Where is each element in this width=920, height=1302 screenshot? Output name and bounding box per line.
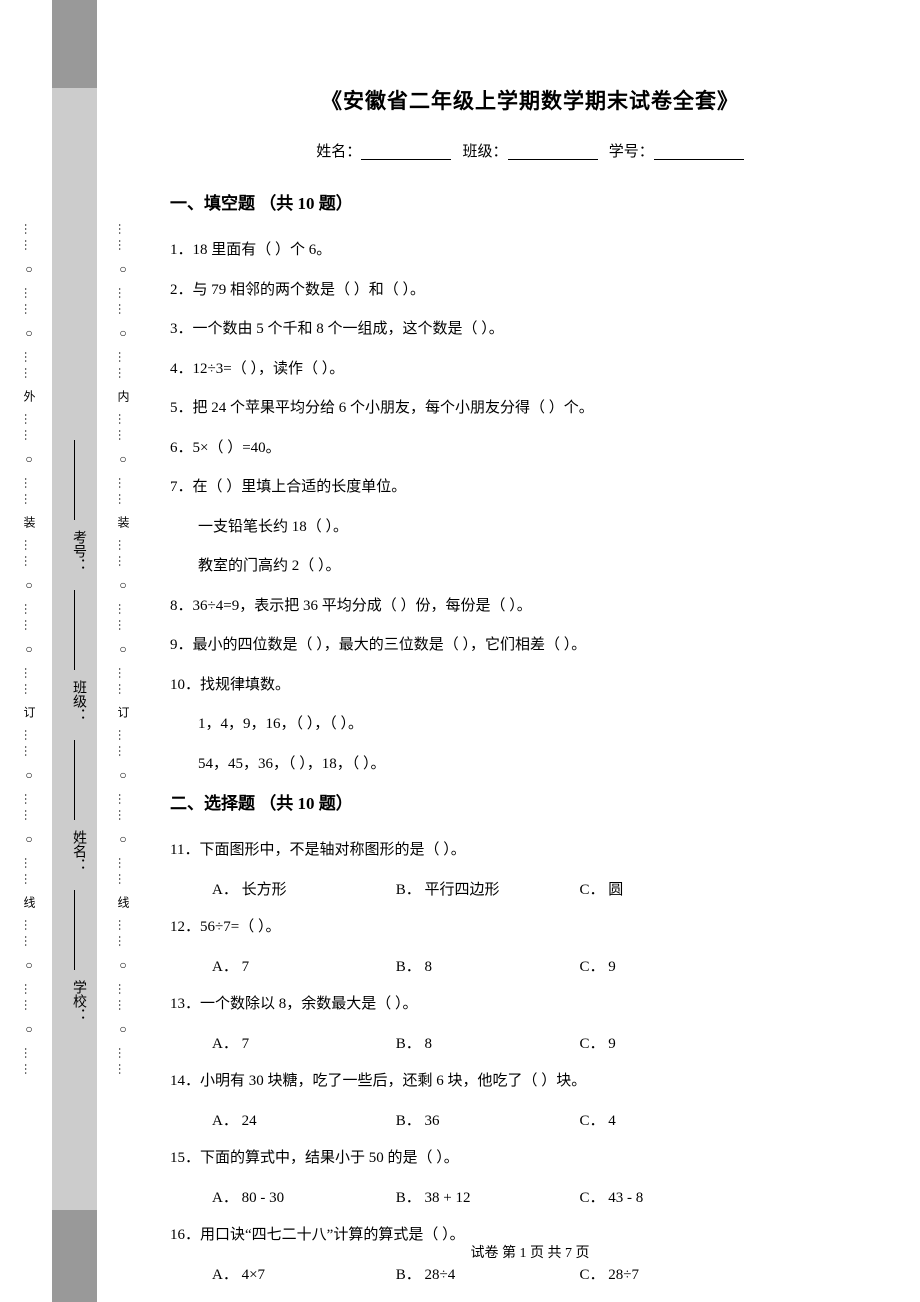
binding-label-name: 姓名：	[68, 830, 88, 872]
q14-opt-b: B． 36	[396, 1103, 576, 1141]
q16-options: A． 4×7 B． 28÷4 C． 28÷7	[170, 1257, 890, 1295]
q11-opt-c: C． 圆	[580, 872, 760, 910]
q10b: 54，45，36，（ ），18，（ ）。	[170, 746, 890, 784]
q8: 8．36÷4=9，表示把 36 平均分成（ ）份，每份是（ ）。	[170, 588, 890, 626]
q12-opt-b: B． 8	[396, 949, 576, 987]
q7: 7．在（ ）里填上合适的长度单位。	[170, 469, 890, 507]
q13-opt-b: B． 8	[396, 1026, 576, 1064]
q15-opt-b: B． 38 + 12	[396, 1180, 576, 1218]
id-blank[interactable]	[654, 146, 744, 160]
q15: 15．下面的算式中，结果小于 50 的是（ ）。	[170, 1140, 890, 1178]
id-label: 学号：	[609, 144, 654, 160]
q11: 11．下面图形中，不是轴对称图形的是（ ）。	[170, 832, 890, 870]
q4: 4．12÷3=（ ），读作（ ）。	[170, 351, 890, 389]
q12-opt-c: C． 9	[580, 949, 760, 987]
q13-options: A． 7 B． 8 C． 9	[170, 1026, 890, 1064]
binding-underline-examid	[74, 440, 75, 520]
q16-opt-a: A． 4×7	[212, 1257, 392, 1295]
q15-opt-c: C． 43 - 8	[580, 1180, 760, 1218]
section-2-title: 二、选择题 （共 10 题）	[170, 789, 890, 814]
name-blank[interactable]	[361, 146, 451, 160]
section-1-title: 一、填空题 （共 10 题）	[170, 189, 890, 214]
q3: 3．一个数由 5 个千和 8 个一组成，这个数是（ ）。	[170, 311, 890, 349]
q10a: 1，4，9，16，（ ），（ ）。	[170, 706, 890, 744]
q7b: 教室的门高约 2（ ）。	[170, 548, 890, 586]
binding-margin: …… ○ …… ○ …… 外 …… ○ …… 装 …… ○ …… ○ …… 订 …	[0, 0, 145, 1302]
q14-opt-a: A． 24	[212, 1103, 392, 1141]
paper-title: 《安徽省二年级上学期数学期末试卷全套》	[170, 85, 890, 115]
binding-label-examid: 考号：	[68, 530, 88, 572]
binding-underline-name	[74, 740, 75, 820]
binding-label-class: 班级：	[68, 680, 88, 722]
q12-options: A． 7 B． 8 C． 9	[170, 949, 890, 987]
grey-dark-top	[52, 0, 97, 88]
q5: 5．把 24 个苹果平均分给 6 个小朋友，每个小朋友分得（ ）个。	[170, 390, 890, 428]
q15-opt-a: A． 80 - 30	[212, 1180, 392, 1218]
q13-opt-a: A． 7	[212, 1026, 392, 1064]
q11-opt-b: B． 平行四边形	[396, 872, 576, 910]
student-info-line: 姓名： 班级： 学号：	[170, 140, 890, 161]
binding-label-school: 学校：	[68, 980, 88, 1022]
q7a: 一支铅笔长约 18（ ）。	[170, 509, 890, 547]
q16-opt-c: C． 28÷7	[580, 1257, 760, 1295]
binding-underline-school	[74, 890, 75, 970]
content-area: 《安徽省二年级上学期数学期末试卷全套》 姓名： 班级： 学号： 一、填空题 （共…	[170, 85, 890, 1294]
q14: 14．小明有 30 块糖，吃了一些后，还剩 6 块，他吃了（ ）块。	[170, 1063, 890, 1101]
q14-opt-c: C． 4	[580, 1103, 760, 1141]
page-footer: 试卷 第 1 页 共 7 页	[170, 1242, 890, 1262]
class-blank[interactable]	[508, 146, 598, 160]
q12-opt-a: A． 7	[212, 949, 392, 987]
q9: 9．最小的四位数是（ ），最大的三位数是（ ），它们相差（ ）。	[170, 627, 890, 665]
q10: 10．找规律填数。	[170, 667, 890, 705]
class-label: 班级：	[462, 144, 507, 160]
q15-options: A． 80 - 30 B． 38 + 12 C． 43 - 8	[170, 1180, 890, 1218]
q2: 2．与 79 相邻的两个数是（ ）和（ ）。	[170, 272, 890, 310]
q12: 12．56÷7=（ ）。	[170, 909, 890, 947]
q11-options: A． 长方形 B． 平行四边形 C． 圆	[170, 872, 890, 910]
binding-line-inner: …… ○ …… ○ …… 内 …… ○ …… 装 …… ○ …… ○ …… 订 …	[116, 0, 131, 1302]
name-label: 姓名：	[316, 144, 361, 160]
q11-opt-a: A． 长方形	[212, 872, 392, 910]
binding-line-outer: …… ○ …… ○ …… 外 …… ○ …… 装 …… ○ …… ○ …… 订 …	[22, 0, 37, 1302]
q13: 13．一个数除以 8，余数最大是（ ）。	[170, 986, 890, 1024]
q6: 6．5×（ ）=40。	[170, 430, 890, 468]
q14-options: A． 24 B． 36 C． 4	[170, 1103, 890, 1141]
q1: 1．18 里面有（ ）个 6。	[170, 232, 890, 270]
q16-opt-b: B． 28÷4	[396, 1257, 576, 1295]
grey-dark-bottom	[52, 1210, 97, 1302]
binding-underline-class	[74, 590, 75, 670]
q13-opt-c: C． 9	[580, 1026, 760, 1064]
